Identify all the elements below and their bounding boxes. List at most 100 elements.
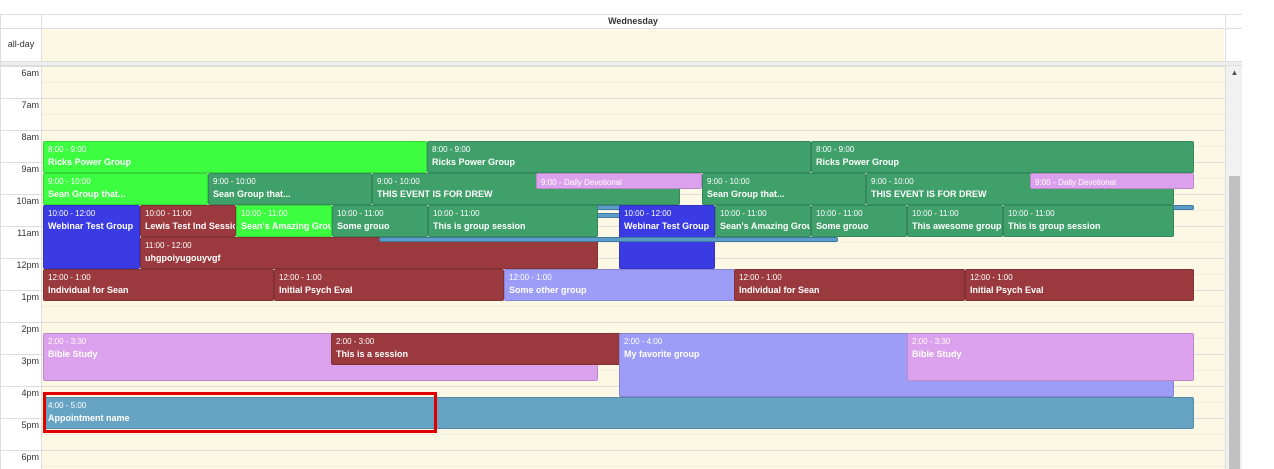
- event-time: 9:00 - 10:00: [707, 177, 750, 186]
- hour-line: [1, 130, 1225, 131]
- calendar-event[interactable]: 8:00 - 9:00 Ricks Power Group: [427, 141, 811, 173]
- event-time: 12:00 - 1:00: [970, 273, 1013, 282]
- event-title: This is group session: [433, 221, 526, 231]
- time-label: 12pm: [16, 260, 39, 270]
- calendar-event[interactable]: 12:00 - 1:00 Individual for Sean: [734, 269, 965, 301]
- half-hour-line: [42, 114, 1225, 115]
- calendar-event[interactable]: 12:00 - 1:00 Initial Psych Eval: [274, 269, 504, 301]
- time-label: 7am: [21, 100, 39, 110]
- calendar-event[interactable]: 8:00 - 9:00 Ricks Power Group: [43, 141, 427, 173]
- calendar-event[interactable]: 10:00 - 11:00 Sean's Amazing Group: [236, 205, 332, 237]
- time-label: 11am: [17, 228, 39, 238]
- calendar-event[interactable]: 9:00 - Daily Devotional: [536, 173, 702, 189]
- calendar-event[interactable]: 10:00 - 12:00 Webinar Test Group: [43, 205, 140, 269]
- calendar-event[interactable]: 10:00 - 11:00 Lewis Test Ind Session: [140, 205, 236, 237]
- event-title: This is group session: [1008, 221, 1101, 231]
- event-bar[interactable]: [379, 237, 838, 242]
- event-time: 10:00 - 11:00: [816, 209, 863, 218]
- event-time: 12:00 - 1:00: [739, 273, 782, 282]
- event-time: 12:00 - 1:00: [48, 273, 91, 282]
- event-time: 10:00 - 11:00: [912, 209, 959, 218]
- event-time: 8:00 - 9:00: [48, 145, 87, 154]
- event-title: THIS EVENT IS FOR DREW: [377, 189, 493, 199]
- time-label: 6am: [21, 68, 39, 78]
- event-title: Ricks Power Group: [48, 157, 132, 167]
- event-title: Some grouo: [337, 221, 390, 231]
- calendar: Wednesday all-day 6am 7am 8am 9am 10am 1…: [0, 14, 1242, 469]
- calendar-event[interactable]: 10:00 - 11:00 Sean's Amazing Group: [715, 205, 811, 237]
- half-hour-line: [42, 434, 1225, 435]
- event-title: This awesome group: [912, 221, 1002, 231]
- event-time: 4:00 - 5:00: [48, 401, 87, 410]
- event-title: Individual for Sean: [48, 285, 129, 295]
- calendar-event[interactable]: 10:00 - 11:00 This is group session: [428, 205, 598, 237]
- scroll-up-arrow-icon[interactable]: ▲: [1226, 66, 1242, 80]
- time-label: 3pm: [21, 356, 39, 366]
- all-day-scrollbar-spacer: [1225, 29, 1242, 61]
- time-label: 10am: [16, 196, 39, 206]
- calendar-event[interactable]: 2:00 - 3:30 Bible Study: [907, 333, 1194, 381]
- time-label: 1pm: [21, 292, 39, 302]
- event-title: Individual for Sean: [739, 285, 820, 295]
- event-time: 8:00 - 9:00: [816, 145, 855, 154]
- event-title: uhgpoiyugouyvgf: [145, 253, 221, 263]
- event-title: Webinar Test Group: [624, 221, 710, 231]
- event-time: 2:00 - 3:00: [336, 337, 375, 346]
- event-time: 10:00 - 11:00: [145, 209, 192, 218]
- time-label: 4pm: [21, 388, 39, 398]
- calendar-event[interactable]: 12:00 - 1:00 Some other group: [504, 269, 735, 301]
- event-title: Appointment name: [48, 413, 130, 423]
- event-title: Sean's Amazing Group: [241, 221, 332, 231]
- event-title: Ricks Power Group: [816, 157, 900, 167]
- event-time: 10:00 - 12:00: [48, 209, 96, 218]
- calendar-event[interactable]: 4:00 - 5:00 Appointment name: [43, 397, 1194, 429]
- scrollbar-thumb[interactable]: [1229, 176, 1240, 469]
- all-day-slot[interactable]: [42, 29, 1224, 61]
- calendar-event[interactable]: 9:00 - Daily Devotional: [1030, 173, 1194, 189]
- time-label: 9am: [21, 164, 39, 174]
- day-header: Wednesday: [42, 15, 1224, 29]
- event-time: 10:00 - 11:00: [337, 209, 384, 218]
- event-title: THIS EVENT IS FOR DREW: [871, 189, 987, 199]
- event-time: 2:00 - 3:30: [912, 337, 951, 346]
- header-gutter: [1, 15, 42, 29]
- event-title: Lewis Test Ind Session: [145, 221, 236, 231]
- calendar-event[interactable]: 9:00 - 10:00 Sean Group that...: [702, 173, 866, 205]
- event-title: Initial Psych Eval: [279, 285, 353, 295]
- calendar-event[interactable]: 10:00 - 11:00 This awesome group: [907, 205, 1003, 237]
- half-hour-line: [42, 466, 1225, 467]
- event-time: 9:00: [1035, 178, 1051, 187]
- event-title: This is a session: [336, 349, 409, 359]
- calendar-event[interactable]: 10:00 - 11:00 Some grouo: [332, 205, 428, 237]
- calendar-event[interactable]: 2:00 - 3:00 This is a session: [331, 333, 631, 365]
- calendar-event[interactable]: 10:00 - 11:00 Some grouo: [811, 205, 907, 237]
- event-title: Sean Group that...: [48, 189, 126, 199]
- event-title: Daily Devotional: [1058, 178, 1116, 187]
- time-label: 8am: [21, 132, 39, 142]
- event-title: Sean Group that...: [213, 189, 291, 199]
- hour-line: [1, 66, 1225, 67]
- calendar-event[interactable]: 9:00 - 10:00 Sean Group that...: [43, 173, 208, 205]
- event-time: 10:00 - 12:00: [624, 209, 672, 218]
- time-label: 5pm: [21, 420, 39, 430]
- calendar-event[interactable]: 12:00 - 1:00 Individual for Sean: [43, 269, 274, 301]
- half-hour-line: [42, 82, 1225, 83]
- time-label: 6pm: [21, 452, 39, 462]
- event-time: 9:00 - 10:00: [213, 177, 256, 186]
- calendar-event[interactable]: 9:00 - 10:00 Sean Group that...: [208, 173, 372, 205]
- all-day-label: all-day: [1, 29, 42, 61]
- event-title: Some grouo: [816, 221, 869, 231]
- hour-line: [1, 450, 1225, 451]
- event-title: Ricks Power Group: [432, 157, 516, 167]
- calendar-event[interactable]: 8:00 - 9:00 Ricks Power Group: [811, 141, 1194, 173]
- event-time: 9:00: [541, 178, 557, 187]
- time-gutter: 6am 7am 8am 9am 10am 11am 12pm 1pm 2pm 3…: [1, 66, 42, 469]
- event-title: Sean Group that...: [707, 189, 785, 199]
- calendar-event[interactable]: 12:00 - 1:00 Initial Psych Eval: [965, 269, 1194, 301]
- hour-line: [1, 98, 1225, 99]
- time-grid: 6am 7am 8am 9am 10am 11am 12pm 1pm 2pm 3…: [1, 66, 1225, 469]
- event-title: Daily Devotional: [564, 178, 622, 187]
- event-title: Webinar Test Group: [48, 221, 134, 231]
- calendar-event[interactable]: 10:00 - 11:00 This is group session: [1003, 205, 1174, 237]
- vertical-scrollbar[interactable]: ▲: [1225, 66, 1242, 469]
